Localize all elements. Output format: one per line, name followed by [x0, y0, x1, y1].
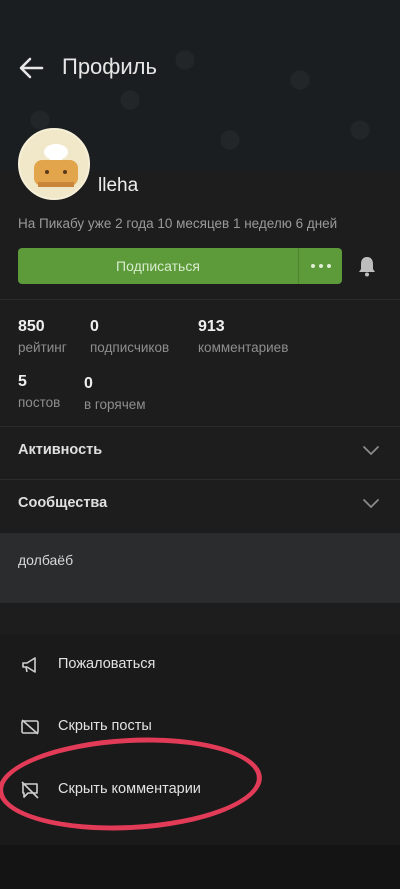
stat-rating: 850 рейтинг — [18, 318, 67, 355]
subscribe-button[interactable]: Подписаться — [18, 248, 298, 284]
stat-comments[interactable]: 913 комментариев — [198, 318, 288, 355]
hide-comments-button[interactable]: Скрыть комментарии — [0, 768, 400, 812]
stat-value: 5 — [18, 373, 27, 390]
stat-value: 913 — [198, 318, 225, 335]
section-activity[interactable]: Активность — [0, 426, 400, 478]
action-label: Скрыть посты — [58, 718, 152, 734]
section-label: Сообщества — [18, 495, 108, 511]
arrow-left-icon[interactable] — [18, 56, 44, 80]
note-text: долбаёб — [18, 552, 74, 568]
more-dots-icon — [309, 264, 333, 268]
page-title: Профиль — [62, 54, 157, 79]
avatar[interactable] — [18, 128, 90, 200]
chevron-down-icon — [363, 446, 379, 456]
hide-comments-icon — [21, 781, 39, 799]
stat-label: постов — [18, 395, 61, 410]
stat-value: 850 — [18, 318, 45, 335]
stat-label: рейтинг — [18, 340, 67, 355]
stat-value: 0 — [90, 318, 99, 335]
stat-value: 0 — [84, 375, 93, 392]
more-options-button[interactable] — [298, 248, 342, 284]
member-since-text: На Пикабу уже 2 года 10 месяцев 1 неделю… — [18, 216, 338, 231]
hide-posts-icon — [21, 719, 39, 735]
report-button[interactable]: Пожаловаться — [0, 643, 400, 687]
megaphone-icon — [22, 657, 36, 673]
bell-icon[interactable] — [356, 254, 378, 278]
stat-label: комментариев — [198, 340, 289, 355]
top-bar: Профиль — [0, 44, 400, 92]
section-communities[interactable]: Сообщества — [0, 479, 400, 531]
hide-posts-button[interactable]: Скрыть посты — [0, 705, 400, 749]
action-label: Пожаловаться — [58, 656, 156, 672]
subscribe-label: Подписаться — [116, 258, 200, 274]
actions-panel: Пожаловаться Скрыть посты Скрыть коммент… — [0, 635, 400, 845]
chevron-down-icon — [363, 499, 379, 509]
stat-label: подписчиков — [90, 340, 170, 355]
stat-posts[interactable]: 5 постов — [18, 373, 60, 410]
stat-label: в горячем — [84, 397, 146, 412]
username: lleha — [98, 175, 139, 196]
divider — [0, 299, 400, 300]
stat-subscribers[interactable]: 0 подписчиков — [90, 318, 169, 355]
action-label: Скрыть комментарии — [58, 781, 201, 797]
stat-hot[interactable]: 0 в горячем — [84, 375, 146, 412]
user-note[interactable]: долбаёб — [0, 533, 400, 603]
section-label: Активность — [18, 442, 103, 458]
